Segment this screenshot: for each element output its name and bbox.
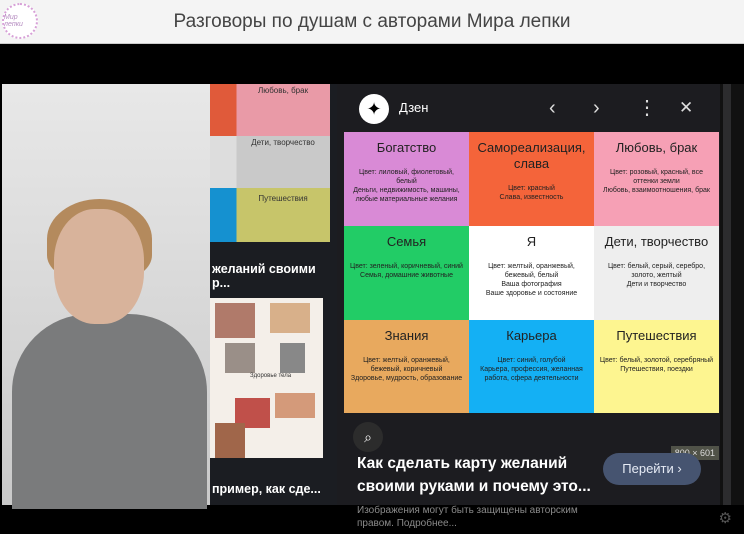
cell-text: Цвет: красный Слава, известность [499, 185, 564, 201]
cell-text: Цвет: белый, серый, серебро, золото, жел… [607, 263, 706, 288]
collage-text: Здоровье тела [250, 373, 292, 379]
thumbnail-column: Любовь, брак Дети, творчество Путешестви… [210, 84, 337, 505]
thumbnail-wish-map[interactable]: Любовь, брак Дети, творчество Путешестви… [210, 84, 330, 242]
wish-map-cell: Знания Цвет: желтый, оранжевый, бежевый, … [344, 320, 469, 413]
cell-text: Цвет: зеленый, коричневый, синий Семья, … [350, 263, 463, 279]
speaker-face [54, 209, 144, 324]
go-button[interactable]: Перейти › [603, 453, 701, 485]
speaker-body [12, 314, 207, 509]
speaker-video [2, 84, 212, 509]
settings-gear-icon[interactable]: ⚙ [719, 509, 732, 527]
wish-map-image[interactable]: Богатство Цвет: лиловый, фиолетовый, белы… [344, 132, 719, 413]
cell-text: Цвет: синий, голубой Карьера, профессия,… [480, 357, 583, 382]
more-menu-icon[interactable]: ⋮ [637, 96, 657, 120]
cell-title: Путешествия [616, 328, 697, 343]
wish-map-cell: Я Цвет: желтый, оранжевый, бежевый, белый… [469, 226, 594, 320]
thumbnail-collage[interactable]: Здоровье тела [210, 298, 323, 458]
header: Мир лепки Разговоры по душам с авторами … [0, 0, 744, 44]
cell-title: Семья [386, 234, 427, 249]
thumb-label: Путешествия [258, 194, 308, 203]
thumbnail-caption[interactable]: пример, как сде... [212, 482, 321, 496]
panel-toolbar: ✦ Дзен ‹ › ⋮ ✕ [337, 84, 720, 132]
cell-text: Цвет: белый, золотой, серебряный Путешес… [599, 357, 714, 373]
result-title[interactable]: Как сделать карту желаний своими руками … [357, 452, 597, 498]
thumb-label: Любовь, брак [257, 86, 309, 95]
dzen-image-panel: ✦ Дзен ‹ › ⋮ ✕ Богатство Цвет: лиловый, ф… [337, 84, 720, 529]
cell-title: Я [526, 234, 537, 249]
page-title: Разговоры по душам с авторами Мира лепки [173, 11, 571, 32]
next-arrow-icon[interactable]: › [593, 96, 600, 120]
cell-title: Самореализация, слава [477, 140, 586, 171]
cell-title: Богатство [376, 140, 437, 155]
wish-map-cell: Богатство Цвет: лиловый, фиолетовый, белы… [344, 132, 469, 226]
cell-text: Цвет: лиловый, фиолетовый, белый Деньги,… [353, 169, 460, 203]
wish-map-cell: Любовь, брак Цвет: розовый, красный, все … [594, 132, 719, 226]
cell-text: Цвет: желтый, оранжевый, бежевый, коричн… [350, 357, 463, 382]
video-player[interactable]: Любовь, брак Дети, творчество Путешестви… [2, 54, 744, 529]
wish-map-cell: Путешествия Цвет: белый, золотой, серебря… [594, 320, 719, 413]
cell-title: Карьера [506, 328, 557, 343]
cell-title: Знания [384, 328, 429, 343]
scrollbar[interactable] [720, 84, 744, 505]
close-icon[interactable]: ✕ [679, 96, 693, 120]
lens-search-icon[interactable]: ⌕ [353, 422, 383, 452]
prev-arrow-icon[interactable]: ‹ [549, 96, 556, 120]
thumbnail-caption[interactable]: желаний своими р... [212, 262, 337, 290]
dzen-logo-icon[interactable]: ✦ [359, 94, 389, 124]
brand-name: Дзен [399, 100, 429, 115]
cell-text: Цвет: желтый, оранжевый, бежевый, белый … [485, 263, 578, 297]
wish-map-cell: Самореализация, слава Цвет: красный Слава… [469, 132, 594, 226]
wish-map-cell: Карьера Цвет: синий, голубой Карьера, про… [469, 320, 594, 413]
cell-text: Цвет: розовый, красный, все оттенки земл… [603, 169, 710, 194]
cell-title: Дети, творчество [604, 234, 709, 249]
cell-title: Любовь, брак [615, 140, 698, 155]
wish-map-cell: Семья Цвет: зеленый, коричневый, синий Се… [344, 226, 469, 320]
copyright-note: Изображения могут быть защищены авторски… [357, 505, 578, 529]
wish-map-cell: Дети, творчество Цвет: белый, серый, сере… [594, 226, 719, 320]
thumb-label: Дети, творчество [251, 138, 315, 147]
